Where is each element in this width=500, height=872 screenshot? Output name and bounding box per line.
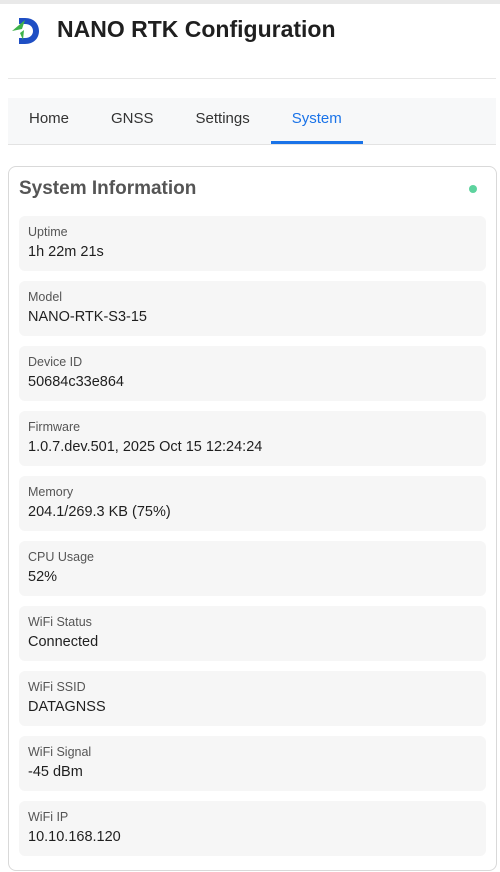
datagnss-d-logo-icon <box>12 16 40 46</box>
info-label: WiFi SSID <box>28 680 86 694</box>
page: NANO RTK Configuration Home GNSS Setting… <box>0 0 500 872</box>
tab-gnss[interactable]: GNSS <box>90 98 175 144</box>
info-value: 1.0.7.dev.501, 2025 Oct 15 12:24:24 <box>28 439 263 455</box>
info-item-uptime: Uptime 1h 22m 21s <box>19 216 486 271</box>
info-item-model: Model NANO-RTK-S3-15 <box>19 281 486 336</box>
status-indicator-dot <box>469 185 477 193</box>
app-header: NANO RTK Configuration <box>8 4 496 79</box>
info-value: 50684c33e864 <box>28 374 124 390</box>
info-item-wifi-status: WiFi Status Connected <box>19 606 486 661</box>
info-item-cpu-usage: CPU Usage 52% <box>19 541 486 596</box>
info-item-memory: Memory 204.1/269.3 KB (75%) <box>19 476 486 531</box>
info-value: Connected <box>28 634 99 650</box>
info-item-firmware: Firmware 1.0.7.dev.501, 2025 Oct 15 12:2… <box>19 411 486 466</box>
info-item-wifi-ssid: WiFi SSID DATAGNSS <box>19 671 486 726</box>
info-label: CPU Usage <box>28 550 94 564</box>
info-value: DATAGNSS <box>28 699 106 715</box>
info-label: Memory <box>28 485 74 499</box>
info-label: WiFi Signal <box>28 745 92 759</box>
info-value: 52% <box>28 569 58 585</box>
info-value: NANO-RTK-S3-15 <box>28 309 147 325</box>
info-label: WiFi IP <box>28 810 69 824</box>
card-title: System Information <box>19 178 197 199</box>
info-label: Uptime <box>28 225 68 239</box>
tab-settings[interactable]: Settings <box>175 98 271 144</box>
tab-bar: Home GNSS Settings System <box>8 98 496 145</box>
system-information-card: System Information Uptime 1h 22m 21s Mod… <box>8 166 497 871</box>
tab-home[interactable]: Home <box>8 98 90 144</box>
app-title: NANO RTK Configuration <box>57 16 336 42</box>
info-item-wifi-signal: WiFi Signal -45 dBm <box>19 736 486 791</box>
info-value: 1h 22m 21s <box>28 244 104 260</box>
info-list: Uptime 1h 22m 21s Model NANO-RTK-S3-15 D… <box>19 216 486 866</box>
info-value: 204.1/269.3 KB (75%) <box>28 504 171 520</box>
info-label: Device ID <box>28 355 83 369</box>
info-item-wifi-ip: WiFi IP 10.10.168.120 <box>19 801 486 856</box>
info-label: Model <box>28 290 63 304</box>
info-label: Firmware <box>28 420 81 434</box>
info-value: 10.10.168.120 <box>28 829 121 845</box>
info-value: -45 dBm <box>28 764 83 780</box>
info-label: WiFi Status <box>28 615 92 629</box>
tab-system[interactable]: System <box>270 98 363 144</box>
info-item-device-id: Device ID 50684c33e864 <box>19 346 486 401</box>
